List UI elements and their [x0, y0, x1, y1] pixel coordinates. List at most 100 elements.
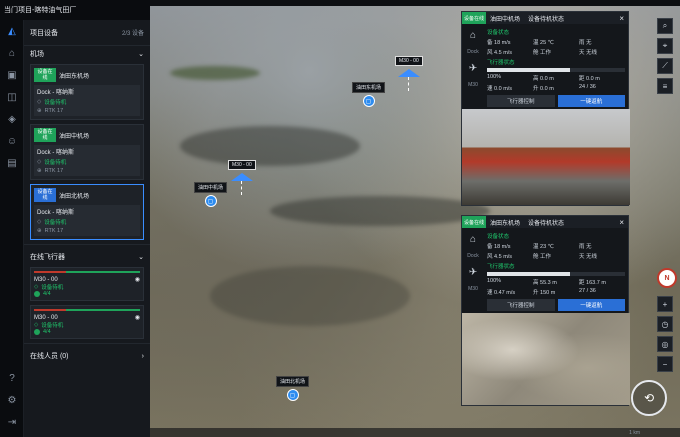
battery-gauge	[487, 68, 625, 72]
signal-bar	[34, 309, 140, 311]
status-badge: 设备在线	[34, 68, 56, 82]
drone-name: Dock - 喀纳斯	[37, 150, 75, 156]
drone-marker[interactable]: M30 - 00	[395, 56, 423, 91]
rtk-value: RTK 17	[44, 228, 64, 234]
docks-section-header[interactable]: 机场 ⌄	[24, 46, 150, 62]
panel-subtitle: 设备待机状态	[528, 220, 565, 227]
aircraft-status-tag: 飞行器状态	[487, 60, 515, 66]
dock-marker-label: 油田东机场	[352, 82, 386, 93]
device-icon[interactable]: ⌂	[0, 42, 24, 64]
terrain-ridge	[170, 66, 260, 80]
panel-title: 油田东机场	[490, 220, 521, 227]
divider	[24, 244, 150, 245]
project-icon[interactable]: ◭	[0, 20, 24, 42]
locate-icon[interactable]: ⌖	[657, 38, 673, 54]
stat: 温 23 ℃	[533, 244, 554, 250]
nav-rail: ◭ ⌂ ▣ ◫ ◈ ☺ ▤ ? ⚙ ⇥	[0, 20, 24, 437]
media-icon[interactable]: ▣	[0, 64, 24, 86]
drone-name: M30 - 00	[34, 314, 58, 321]
dock-name: 油田东机场	[59, 73, 90, 80]
model-icon[interactable]: ◈	[0, 108, 24, 130]
task-icon[interactable]: ▤	[0, 152, 24, 174]
stat: 天 无线	[579, 50, 598, 56]
clock-icon[interactable]: ◷	[657, 316, 673, 332]
drone-icon: ◇	[37, 219, 42, 225]
status-badge: 设备在线	[462, 12, 487, 24]
dock-drone[interactable]: Dock - 喀纳斯 ◇ 设备待机 ⊕ RTK 17	[34, 145, 140, 176]
compass-icon[interactable]: N	[657, 268, 677, 288]
dock-card[interactable]: 设备在线 油田东机场 Dock - 喀纳斯 ◇ 设备待机 ⊕ RTK 17	[30, 64, 144, 120]
dock-drone[interactable]: Dock - 喀纳斯 ◇ 设备待机 ⊕ RTK 17	[34, 85, 140, 116]
chevron-right-icon[interactable]: ›	[142, 353, 144, 360]
stat: 风 4.5 m/s	[487, 50, 513, 56]
aircraft-control-button[interactable]: 飞行器控制	[487, 299, 555, 311]
terrain-ridge	[270, 196, 490, 226]
dock-card[interactable]: 设备在线 油田北机场 Dock - 喀纳斯 ◇ 设备待机 ⊕ RTK 17	[30, 184, 144, 240]
rtk-value: RTK 17	[44, 168, 64, 174]
measure-icon[interactable]: ⟋	[657, 58, 673, 74]
device-sidebar: 项目设备 2/3 设备 机场 ⌄ 设备在线 油田东机场 Dock - 喀纳斯 ◇…	[24, 20, 150, 437]
logout-icon[interactable]: ⇥	[0, 411, 24, 433]
return-home-button[interactable]: 一键返航	[557, 95, 625, 107]
aircraft-icon: ✈	[468, 63, 478, 74]
stat: 速 0.0 m/s	[487, 86, 513, 92]
online-drone-card[interactable]: M30 - 00 ◉ ◇ 设备待机 4/4	[30, 267, 144, 301]
dock-name: 油田北机场	[59, 193, 90, 200]
stat: 100%	[487, 74, 502, 80]
help-icon[interactable]: ?	[0, 367, 24, 389]
sidebar-meta[interactable]: 2/3 设备	[122, 28, 144, 37]
drone-thumb-icon: ◉	[134, 277, 140, 283]
member-icon[interactable]: ☺	[0, 130, 24, 152]
members-section-header[interactable]: 在线人员 (0) ›	[24, 348, 150, 364]
app-title: 当门项目-喀特油气田厂	[0, 0, 150, 20]
map-icon[interactable]: ◫	[0, 86, 24, 108]
stat: 升 150 m	[533, 290, 556, 296]
live-video-feed[interactable]	[462, 109, 630, 205]
close-icon[interactable]: ×	[619, 218, 624, 227]
target-icon[interactable]: ◎	[657, 336, 673, 352]
stat: 舱 工作	[533, 50, 552, 56]
layer-icon[interactable]: ≡	[657, 78, 673, 94]
dock-name: 油田中机场	[59, 133, 90, 140]
zoom-in-icon[interactable]: +	[657, 296, 673, 312]
online-section-header[interactable]: 在线飞行器 ⌄	[24, 249, 150, 265]
drone-status: 设备待机	[41, 285, 64, 291]
stat: 距 0.0 m	[579, 76, 600, 82]
dock-pin-icon: ▢	[362, 95, 375, 107]
aircraft-control-button[interactable]: 飞行器控制	[487, 95, 555, 107]
divider	[24, 343, 150, 344]
search-icon[interactable]: ⌕	[657, 18, 673, 34]
fly-to-icon[interactable]: ⟲	[631, 380, 667, 416]
stat: 高 55.3 m	[533, 280, 557, 286]
drone-extra: 4/4	[43, 291, 51, 297]
zoom-out-icon[interactable]: −	[657, 356, 673, 372]
dock-drone[interactable]: Dock - 喀纳斯 ◇ 设备待机 ⊕ RTK 17	[34, 205, 140, 236]
online-section-title: 在线飞行器	[30, 254, 65, 261]
dock-detail-panel: 设备在线 油田东机场 设备待机状态 × ⌂ Dock ✈ M30 设备状态 备 …	[461, 215, 630, 406]
status-badge: 设备在线	[462, 216, 487, 228]
drone-heading-icon	[397, 69, 420, 77]
stat: 24 / 36	[579, 84, 596, 90]
drone-name: Dock - 喀纳斯	[37, 210, 75, 216]
dock-card[interactable]: 设备在线 油田中机场 Dock - 喀纳斯 ◇ 设备待机 ⊕ RTK 17	[30, 124, 144, 180]
close-icon[interactable]: ×	[619, 14, 624, 23]
drone-altitude-line	[408, 77, 410, 91]
stat: 高 0.0 m	[533, 76, 554, 82]
live-video-feed[interactable]	[462, 313, 630, 405]
online-drone-card[interactable]: M30 - 00 ◉ ◇ 设备待机 4/4	[30, 305, 144, 339]
dock-marker[interactable]: 油田东机场 ▢	[352, 82, 386, 107]
dock-marker[interactable]: 油田中机场 ▢	[194, 182, 228, 207]
dock-icon: ⌂	[469, 30, 477, 41]
dock-status-tag: 设备状态	[487, 234, 510, 240]
dock-marker[interactable]: 油田北机场 ▢	[276, 376, 310, 401]
stat: 升 0.0 m	[533, 86, 554, 92]
settings-icon[interactable]: ⚙	[0, 389, 24, 411]
chevron-down-icon[interactable]: ⌄	[138, 50, 144, 58]
signal-bar	[34, 271, 140, 273]
drone-marker[interactable]: M30 - 00	[228, 160, 256, 195]
return-home-button[interactable]: 一键返航	[557, 299, 625, 311]
drone-icon: ◇	[37, 99, 42, 105]
chevron-down-icon[interactable]: ⌄	[138, 253, 144, 261]
status-badge: 设备在线	[34, 128, 56, 142]
drone-name: M30 - 00	[34, 276, 58, 283]
